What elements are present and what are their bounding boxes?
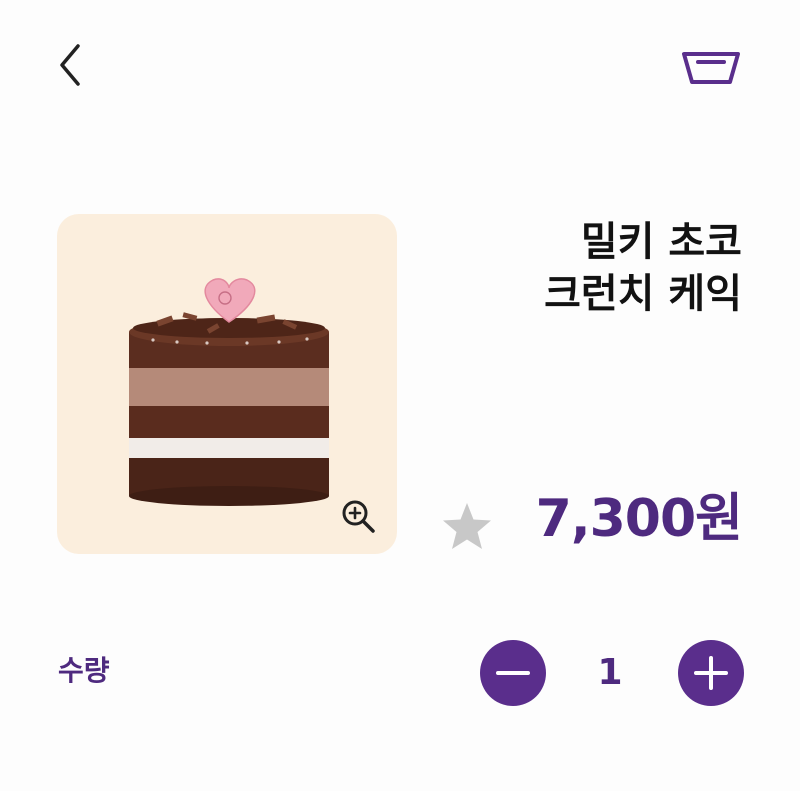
basket-icon (682, 52, 740, 84)
back-button[interactable] (52, 40, 88, 90)
product-name-line1: 밀키 초코 (580, 219, 742, 265)
product-name-line2: 크런치 케익 (544, 271, 742, 317)
quantity-label: 수량 (58, 654, 110, 687)
zoom-in-icon (342, 500, 375, 533)
star-icon (443, 503, 491, 549)
quantity-decrease-button[interactable] (480, 640, 546, 706)
chevron-left-icon (60, 44, 80, 86)
cart-button[interactable] (680, 46, 742, 86)
product-price: 7,300원 (535, 489, 743, 549)
favorite-button[interactable] (440, 500, 494, 552)
zoom-button[interactable] (338, 496, 380, 538)
quantity-increase-button[interactable] (678, 640, 744, 706)
quantity-value: 1 (597, 652, 623, 693)
product-name: 밀키 초코 크런치 케익 (402, 216, 742, 320)
